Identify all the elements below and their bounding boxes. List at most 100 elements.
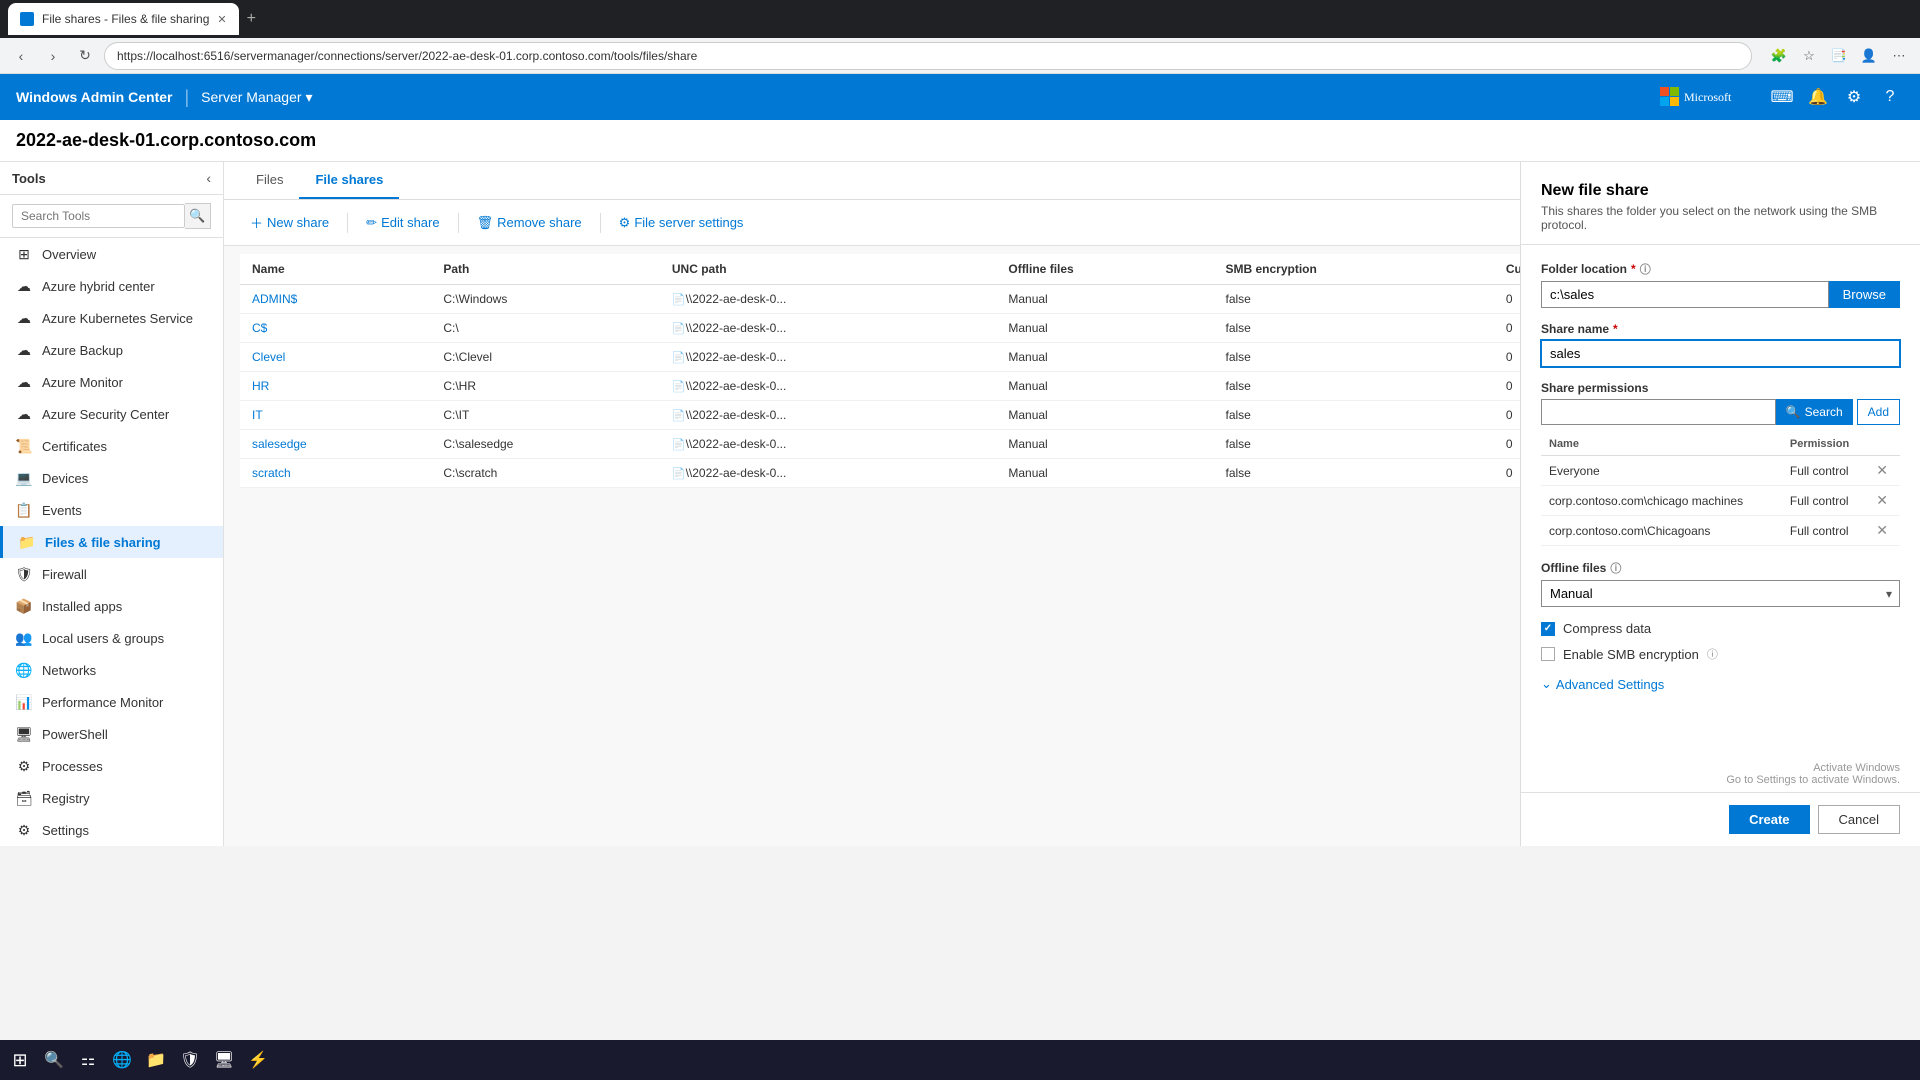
start-button[interactable]: ⊞ — [4, 1044, 36, 1076]
sidebar-item-azure-hybrid[interactable]: ☁ Azure hybrid center — [0, 270, 223, 302]
extensions-btn[interactable]: 🧩 — [1766, 43, 1792, 69]
remove-share-button[interactable]: 🗑 Remove share — [467, 210, 592, 236]
permissions-search-input[interactable] — [1541, 399, 1776, 425]
settings-icon[interactable]: ⚙ — [1840, 83, 1868, 111]
cell-path: C:\Clevel — [431, 343, 660, 372]
cell-smb: false — [1214, 285, 1494, 314]
tab-close-btn[interactable]: ✕ — [217, 13, 226, 26]
remove-permission-button[interactable]: ✕ — [1876, 462, 1888, 478]
perm-name: corp.contoso.com\Chicagoans — [1541, 516, 1782, 546]
sidebar-item-files-sharing[interactable]: 📁 Files & file sharing — [0, 526, 223, 558]
collections-btn[interactable]: 📑 — [1826, 43, 1852, 69]
sidebar-item-performance[interactable]: 📊 Performance Monitor — [0, 686, 223, 718]
cell-smb: false — [1214, 314, 1494, 343]
edit-share-button[interactable]: ✏ Edit share — [356, 210, 449, 236]
cell-offline: Manual — [996, 401, 1213, 430]
cancel-button[interactable]: Cancel — [1818, 805, 1900, 834]
sidebar-item-overview[interactable]: ⊞ Overview — [0, 238, 223, 270]
tab-files[interactable]: Files — [240, 162, 299, 199]
sidebar-item-events[interactable]: 📋 Events — [0, 494, 223, 526]
sidebar-item-networks[interactable]: 🌐 Networks — [0, 654, 223, 686]
folder-location-input[interactable] — [1541, 281, 1829, 308]
cell-offline: Manual — [996, 430, 1213, 459]
new-share-button[interactable]: ＋ New share — [240, 208, 339, 237]
smb-info-icon[interactable]: ⓘ — [1707, 646, 1718, 662]
app-title: Windows Admin Center — [16, 89, 172, 105]
permissions-add-button[interactable]: Add — [1857, 399, 1900, 425]
favorites-btn[interactable]: ☆ — [1796, 43, 1822, 69]
terminal-icon[interactable]: ⌨ — [1768, 83, 1796, 111]
share-name-link[interactable]: salesedge — [252, 437, 307, 451]
offline-info-icon[interactable]: ⓘ — [1610, 560, 1621, 576]
taskbar-security-btn[interactable]: 🛡 — [174, 1044, 206, 1076]
sidebar-item-local-users[interactable]: 👥 Local users & groups — [0, 622, 223, 654]
new-tab-button[interactable]: + — [247, 10, 256, 28]
forward-button[interactable]: › — [40, 43, 66, 69]
taskbar-browser-btn[interactable]: 🌐 — [106, 1044, 138, 1076]
share-name-link[interactable]: scratch — [252, 466, 291, 480]
browse-button[interactable]: Browse — [1829, 281, 1900, 308]
sidebar-item-registry[interactable]: 🗃 Registry — [0, 782, 223, 814]
sidebar-item-azure-backup[interactable]: ☁ Azure Backup — [0, 334, 223, 366]
file-server-settings-button[interactable]: ⚙ File server settings — [609, 210, 754, 236]
back-button[interactable]: ‹ — [8, 43, 34, 69]
refresh-button[interactable]: ↻ — [72, 43, 98, 69]
create-button[interactable]: Create — [1729, 805, 1809, 834]
offline-files-select[interactable]: Manual All files None — [1541, 580, 1900, 607]
files-sharing-icon: 📁 — [19, 534, 35, 550]
notification-icon[interactable]: 🔔 — [1804, 83, 1832, 111]
permissions-search-button[interactable]: 🔍 Search — [1776, 399, 1853, 425]
taskbar-task-view[interactable]: ⚏ — [72, 1044, 104, 1076]
advanced-settings-button[interactable]: ⌄ Advanced Settings — [1541, 672, 1664, 696]
share-name-link[interactable]: Clevel — [252, 350, 285, 364]
remove-permission-button[interactable]: ✕ — [1876, 492, 1888, 508]
address-bar[interactable]: https://localhost:6516/servermanager/con… — [104, 42, 1752, 70]
col-smb: SMB encryption — [1214, 254, 1494, 285]
share-name-input[interactable] — [1541, 340, 1900, 367]
col-unc: UNC path — [660, 254, 996, 285]
sidebar-item-devices[interactable]: 💻 Devices — [0, 462, 223, 494]
perm-remove-cell: ✕ — [1868, 486, 1900, 516]
share-name-link[interactable]: HR — [252, 379, 269, 393]
taskbar-terminal-btn[interactable]: 🖥 — [208, 1044, 240, 1076]
taskbar-search-button[interactable]: 🔍 — [38, 1044, 70, 1076]
smb-encryption-checkbox[interactable] — [1541, 647, 1555, 661]
remove-permission-button[interactable]: ✕ — [1876, 522, 1888, 538]
share-permissions-group: Share permissions 🔍 Search Add Name — [1541, 381, 1900, 546]
sidebar-item-powershell[interactable]: 🖥 PowerShell — [0, 718, 223, 750]
sidebar-item-settings[interactable]: ⚙ Settings — [0, 814, 223, 846]
info-icon[interactable]: ⓘ — [1640, 261, 1651, 277]
taskbar-powershell-btn[interactable]: ⚡ — [242, 1044, 274, 1076]
sidebar-item-firewall[interactable]: 🛡 Firewall — [0, 558, 223, 590]
search-tools-button[interactable]: 🔍 — [185, 203, 211, 229]
browser-tab[interactable]: File shares - Files & file sharing ✕ — [8, 3, 239, 35]
taskbar-explorer-btn[interactable]: 📁 — [140, 1044, 172, 1076]
events-icon: 📋 — [16, 502, 32, 518]
processes-icon: ⚙ — [16, 758, 32, 774]
azure-kubernetes-icon: ☁ — [16, 310, 32, 326]
cell-unc: 📄\\2022-ae-desk-0... — [660, 430, 996, 459]
share-name-link[interactable]: IT — [252, 408, 263, 422]
content-area: Tools ‹ 🔍 ⊞ Overview ☁ Azure hybrid cent… — [0, 162, 1920, 846]
header-separator: | — [184, 87, 189, 108]
share-name-link[interactable]: ADMIN$ — [252, 292, 297, 306]
col-offline: Offline files — [996, 254, 1213, 285]
sidebar-item-processes[interactable]: ⚙ Processes — [0, 750, 223, 782]
chevron-down-icon: ▾ — [306, 89, 313, 106]
profile-btn[interactable]: 👤 — [1856, 43, 1882, 69]
server-manager-link[interactable]: Server Manager ▾ — [201, 89, 312, 106]
sidebar-collapse-btn[interactable]: ‹ — [206, 170, 211, 186]
sidebar-item-azure-monitor[interactable]: ☁ Azure Monitor — [0, 366, 223, 398]
sidebar-item-certificates[interactable]: 📜 Certificates — [0, 430, 223, 462]
sidebar-item-azure-security[interactable]: ☁ Azure Security Center — [0, 398, 223, 430]
sidebar-item-azure-kubernetes[interactable]: ☁ Azure Kubernetes Service — [0, 302, 223, 334]
search-tools-input[interactable] — [12, 204, 185, 228]
compress-data-checkbox[interactable]: ✓ — [1541, 622, 1555, 636]
tab-file-shares[interactable]: File shares — [299, 162, 399, 199]
share-name-link[interactable]: C$ — [252, 321, 267, 335]
sidebar-item-label: Local users & groups — [42, 631, 164, 646]
help-icon[interactable]: ? — [1876, 83, 1904, 111]
menu-btn[interactable]: ⋯ — [1886, 43, 1912, 69]
microsoft-logo: Microsoft — [1660, 87, 1740, 107]
sidebar-item-installed-apps[interactable]: 📦 Installed apps — [0, 590, 223, 622]
